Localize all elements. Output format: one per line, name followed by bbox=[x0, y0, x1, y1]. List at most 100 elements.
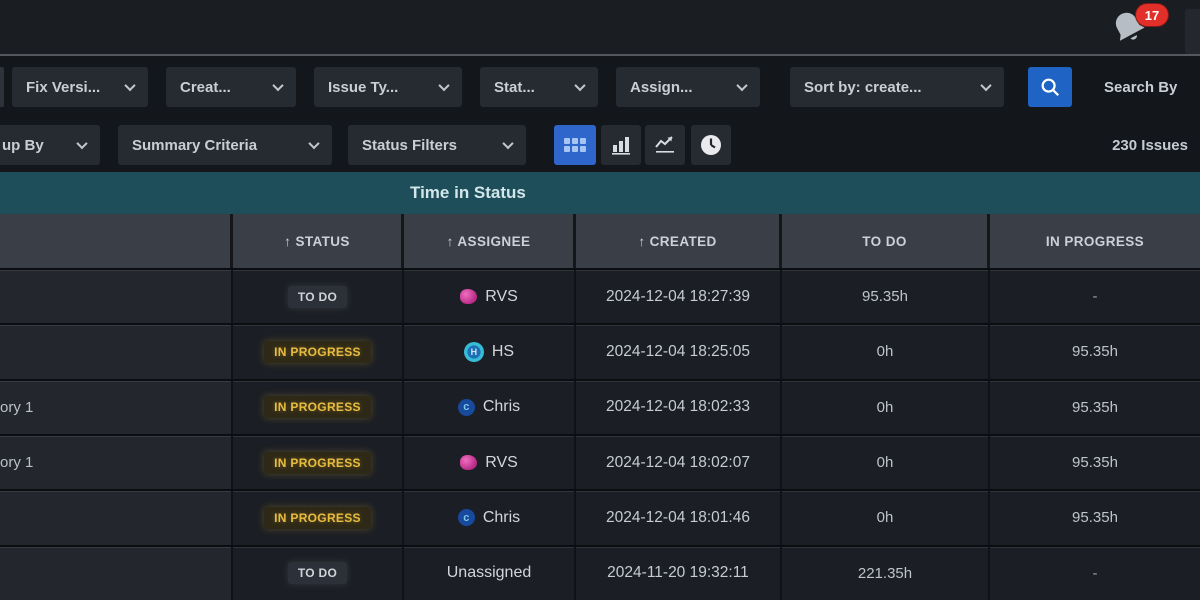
summary-cell: ory 1 bbox=[0, 436, 233, 489]
todo-hours: 0h bbox=[877, 509, 894, 526]
status-filters-dropdown[interactable]: Status Filters bbox=[348, 125, 526, 165]
status-filters-label: Status Filters bbox=[362, 137, 457, 154]
in-progress-hours: 95.35h bbox=[1072, 399, 1118, 416]
avatar: H bbox=[464, 342, 484, 362]
notification-count-badge[interactable]: 17 bbox=[1136, 4, 1168, 26]
sort-by-dropdown[interactable]: Sort by: create... bbox=[790, 67, 1004, 107]
summary-cell bbox=[0, 270, 233, 323]
table-row[interactable]: ory 1 IN PROGRESS c Chris 2024-12-04 18:0… bbox=[0, 379, 1200, 434]
search-icon bbox=[1039, 76, 1061, 98]
summary-cell bbox=[0, 491, 233, 544]
chevron-down-icon bbox=[502, 138, 513, 149]
fix-version-filter-label: Fix Versi... bbox=[26, 79, 100, 96]
header-in-progress[interactable]: IN PROGRESS bbox=[990, 214, 1200, 268]
top-bar: 17 bbox=[0, 0, 1200, 56]
chevron-down-icon bbox=[272, 80, 283, 91]
search-button[interactable] bbox=[1028, 67, 1072, 107]
status-badge: IN PROGRESS bbox=[264, 341, 371, 363]
assignee-name: HS bbox=[492, 343, 514, 361]
report-title-bar: Time in Status bbox=[0, 172, 1200, 214]
in-progress-hours: - bbox=[1093, 565, 1098, 582]
search-by-button[interactable]: Search By bbox=[1104, 79, 1177, 96]
todo-hours: 0h bbox=[877, 399, 894, 416]
issue-type-filter[interactable]: Issue Ty... bbox=[314, 67, 462, 107]
created-value: 2024-12-04 18:02:07 bbox=[606, 454, 750, 472]
notifications-button[interactable]: 17 bbox=[1110, 8, 1152, 50]
clipped-edge-button[interactable] bbox=[1185, 9, 1200, 54]
line-chart-view-button[interactable] bbox=[645, 125, 685, 165]
time-view-button[interactable] bbox=[691, 125, 731, 165]
bar-chart-view-button[interactable] bbox=[601, 125, 641, 165]
assignee-name: RVS bbox=[485, 454, 518, 472]
header-todo[interactable]: TO DO bbox=[782, 214, 990, 268]
todo-hours: 95.35h bbox=[862, 288, 908, 305]
chevron-down-icon bbox=[574, 80, 585, 91]
assignee-name: Chris bbox=[483, 398, 520, 416]
avatar: c bbox=[458, 509, 475, 526]
fix-version-filter[interactable]: Fix Versi... bbox=[12, 67, 148, 107]
report-toolbar: up By Summary Criteria Status Filters bbox=[0, 118, 1200, 172]
summary-cell bbox=[0, 547, 233, 600]
status-badge: IN PROGRESS bbox=[264, 396, 371, 418]
created-value: 2024-12-04 18:25:05 bbox=[606, 343, 750, 361]
table-row[interactable]: TO DO Unassigned 2024-11-20 19:32:11 221… bbox=[0, 545, 1200, 600]
assignee-name: Unassigned bbox=[447, 564, 532, 582]
todo-hours: 221.35h bbox=[858, 565, 912, 582]
table-view-button[interactable] bbox=[554, 125, 596, 165]
assignee-filter[interactable]: Assign... bbox=[616, 67, 760, 107]
assignee-filter-label: Assign... bbox=[630, 79, 693, 96]
avatar bbox=[460, 289, 477, 304]
assignee-cell: Unassigned bbox=[447, 564, 532, 582]
assignee-cell: c Chris bbox=[458, 509, 520, 527]
issues-count: 230 Issues bbox=[1112, 137, 1188, 154]
table-row[interactable]: TO DO RVS 2024-12-04 18:27:39 95.35h - bbox=[0, 268, 1200, 323]
chevron-down-icon bbox=[980, 80, 991, 91]
line-chart-icon bbox=[654, 134, 676, 156]
todo-hours: 0h bbox=[877, 454, 894, 471]
table-row[interactable]: IN PROGRESS HHS 2024-12-04 18:25:05 0h 9… bbox=[0, 323, 1200, 378]
table-grid-icon bbox=[564, 138, 586, 152]
assignee-cell: RVS bbox=[460, 454, 518, 472]
sort-by-label: Sort by: create... bbox=[804, 79, 922, 96]
chevron-down-icon bbox=[438, 80, 449, 91]
status-badge: IN PROGRESS bbox=[264, 452, 371, 474]
issue-type-filter-label: Issue Ty... bbox=[328, 79, 398, 96]
header-assignee-sortable[interactable]: ↑ ASSIGNEE bbox=[404, 214, 576, 268]
avatar bbox=[460, 455, 477, 470]
assignee-name: Chris bbox=[483, 509, 520, 527]
summary-cell: ory 1 bbox=[0, 381, 233, 434]
header-status-sortable[interactable]: ↑ STATUS bbox=[233, 214, 404, 268]
todo-hours: 0h bbox=[877, 343, 894, 360]
created-value: 2024-12-04 18:01:46 bbox=[606, 509, 750, 527]
in-progress-hours: - bbox=[1093, 288, 1098, 305]
bar-chart-icon bbox=[610, 134, 632, 156]
filter-bar: Fix Versi... Creat... Issue Ty... Stat..… bbox=[0, 56, 1200, 118]
table-row[interactable]: ory 1 IN PROGRESS RVS 2024-12-04 18:02:0… bbox=[0, 434, 1200, 489]
group-by-dropdown[interactable]: up By bbox=[0, 125, 100, 165]
summary-criteria-label: Summary Criteria bbox=[132, 137, 257, 154]
chevron-down-icon bbox=[76, 138, 87, 149]
header-created-sortable[interactable]: ↑ CREATED bbox=[576, 214, 782, 268]
status-filter[interactable]: Stat... bbox=[480, 67, 598, 107]
created-value: 2024-11-20 19:32:11 bbox=[607, 564, 749, 582]
summary-criteria-dropdown[interactable]: Summary Criteria bbox=[118, 125, 332, 165]
chevron-down-icon bbox=[736, 80, 747, 91]
status-badge: TO DO bbox=[288, 562, 347, 584]
assignee-cell: c Chris bbox=[458, 398, 520, 416]
page-title: Time in Status bbox=[410, 183, 526, 203]
clock-icon bbox=[699, 133, 723, 157]
created-value: 2024-12-04 18:02:33 bbox=[606, 398, 750, 416]
assignee-cell: H HS bbox=[464, 342, 514, 362]
summary-cell bbox=[0, 325, 233, 378]
chevron-down-icon bbox=[308, 138, 319, 149]
created-filter[interactable]: Creat... bbox=[166, 67, 296, 107]
in-progress-hours: 95.35h bbox=[1072, 509, 1118, 526]
in-progress-hours: 95.35h bbox=[1072, 454, 1118, 471]
status-badge: IN PROGRESS bbox=[264, 507, 371, 529]
table-body: TO DO RVS 2024-12-04 18:27:39 95.35h - I… bbox=[0, 268, 1200, 600]
time-in-status-table: ↑ STATUS ↑ ASSIGNEE ↑ CREATED TO DO IN P… bbox=[0, 214, 1200, 600]
table-row[interactable]: IN PROGRESS c Chris 2024-12-04 18:01:46 0… bbox=[0, 489, 1200, 544]
avatar: c bbox=[458, 399, 475, 416]
status-badge: TO DO bbox=[288, 286, 347, 308]
clipped-filter-button[interactable] bbox=[0, 67, 4, 107]
